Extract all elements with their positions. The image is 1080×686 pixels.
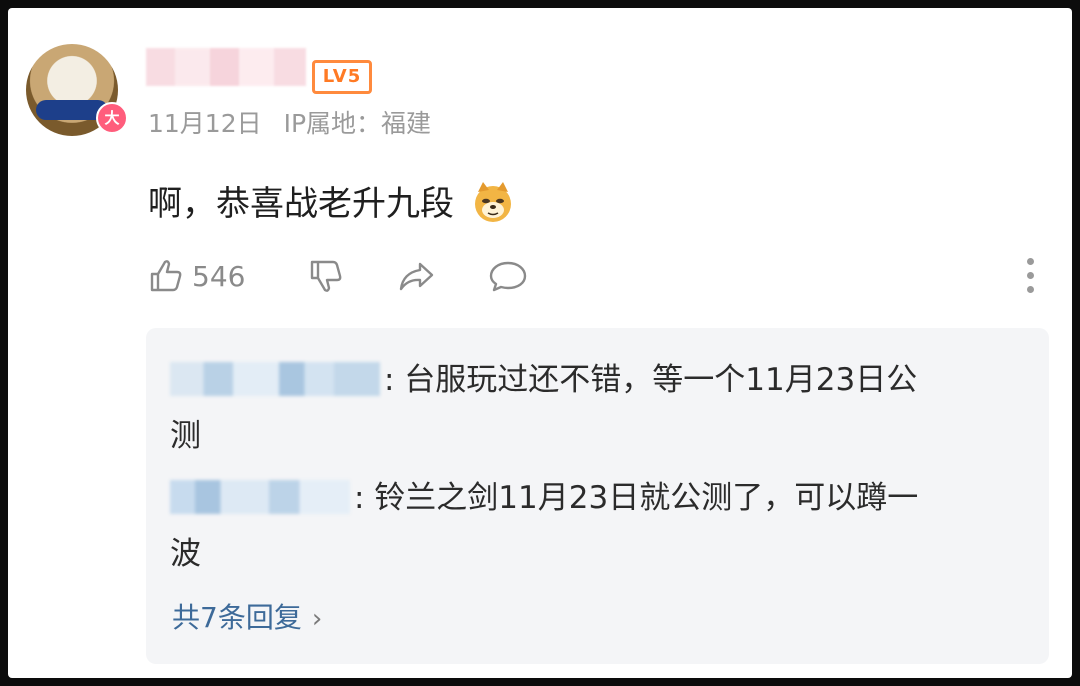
thumbs-up-icon: [150, 260, 182, 292]
reply-text: : 台服玩过还不错，等一个11月23日公: [384, 362, 918, 398]
reply-username-blurred[interactable]: [170, 361, 380, 396]
thumbs-down-icon: [310, 260, 342, 292]
view-all-replies-link[interactable]: 共7条回复 ›: [172, 596, 322, 636]
reply-text-continued: 测: [170, 418, 201, 454]
more-vertical-icon-dot: [1027, 286, 1034, 293]
reply-username-blurred[interactable]: [170, 479, 350, 514]
share-button[interactable]: [396, 248, 436, 304]
reply-item[interactable]: : 铃兰之剑11月23日就公测了，可以蹲一 波: [170, 470, 1000, 582]
comment-meta: 11月12日 IP属地：福建: [148, 104, 445, 140]
like-count: 546: [192, 259, 246, 293]
dislike-button[interactable]: [306, 248, 346, 304]
chevron-right-icon: ›: [311, 604, 323, 634]
doge-emoji-icon: [474, 181, 511, 222]
username-blurred[interactable]: [146, 48, 306, 86]
comment-text: 啊，恭喜战老升九段: [148, 184, 454, 224]
comment-date: 11月12日: [148, 109, 262, 138]
reply-text: : 铃兰之剑11月23日就公测了，可以蹲一: [354, 480, 919, 516]
more-vertical-icon-dot: [1027, 258, 1034, 265]
more-vertical-icon-dot: [1027, 272, 1034, 279]
view-all-replies-label: 共7条回复: [172, 601, 302, 634]
ip-location: IP属地：福建: [283, 109, 432, 138]
share-icon: [399, 262, 434, 291]
comment-card: 大 LV5 11月12日 IP属地：福建 啊，恭喜战老升九段 546: 台服玩…: [8, 8, 1072, 678]
action-bar: 546: [146, 248, 1046, 304]
avatar[interactable]: 大: [26, 44, 128, 136]
reply-text-continued: 波: [170, 536, 201, 572]
replies-panel: : 台服玩过还不错，等一个11月23日公 测 : 铃兰之剑11月23日就公测了，…: [146, 328, 1049, 664]
more-options-button[interactable]: [1024, 254, 1036, 298]
reply-button[interactable]: [488, 248, 528, 304]
reply-item[interactable]: : 台服玩过还不错，等一个11月23日公 测: [170, 352, 1000, 464]
level-badge: LV5: [312, 60, 372, 94]
comment-text-row: 啊，恭喜战老升九段: [148, 176, 515, 228]
avatar-badge: 大: [96, 102, 128, 134]
comment-bubble-icon: [489, 261, 527, 292]
like-button[interactable]: 546: [146, 248, 245, 304]
